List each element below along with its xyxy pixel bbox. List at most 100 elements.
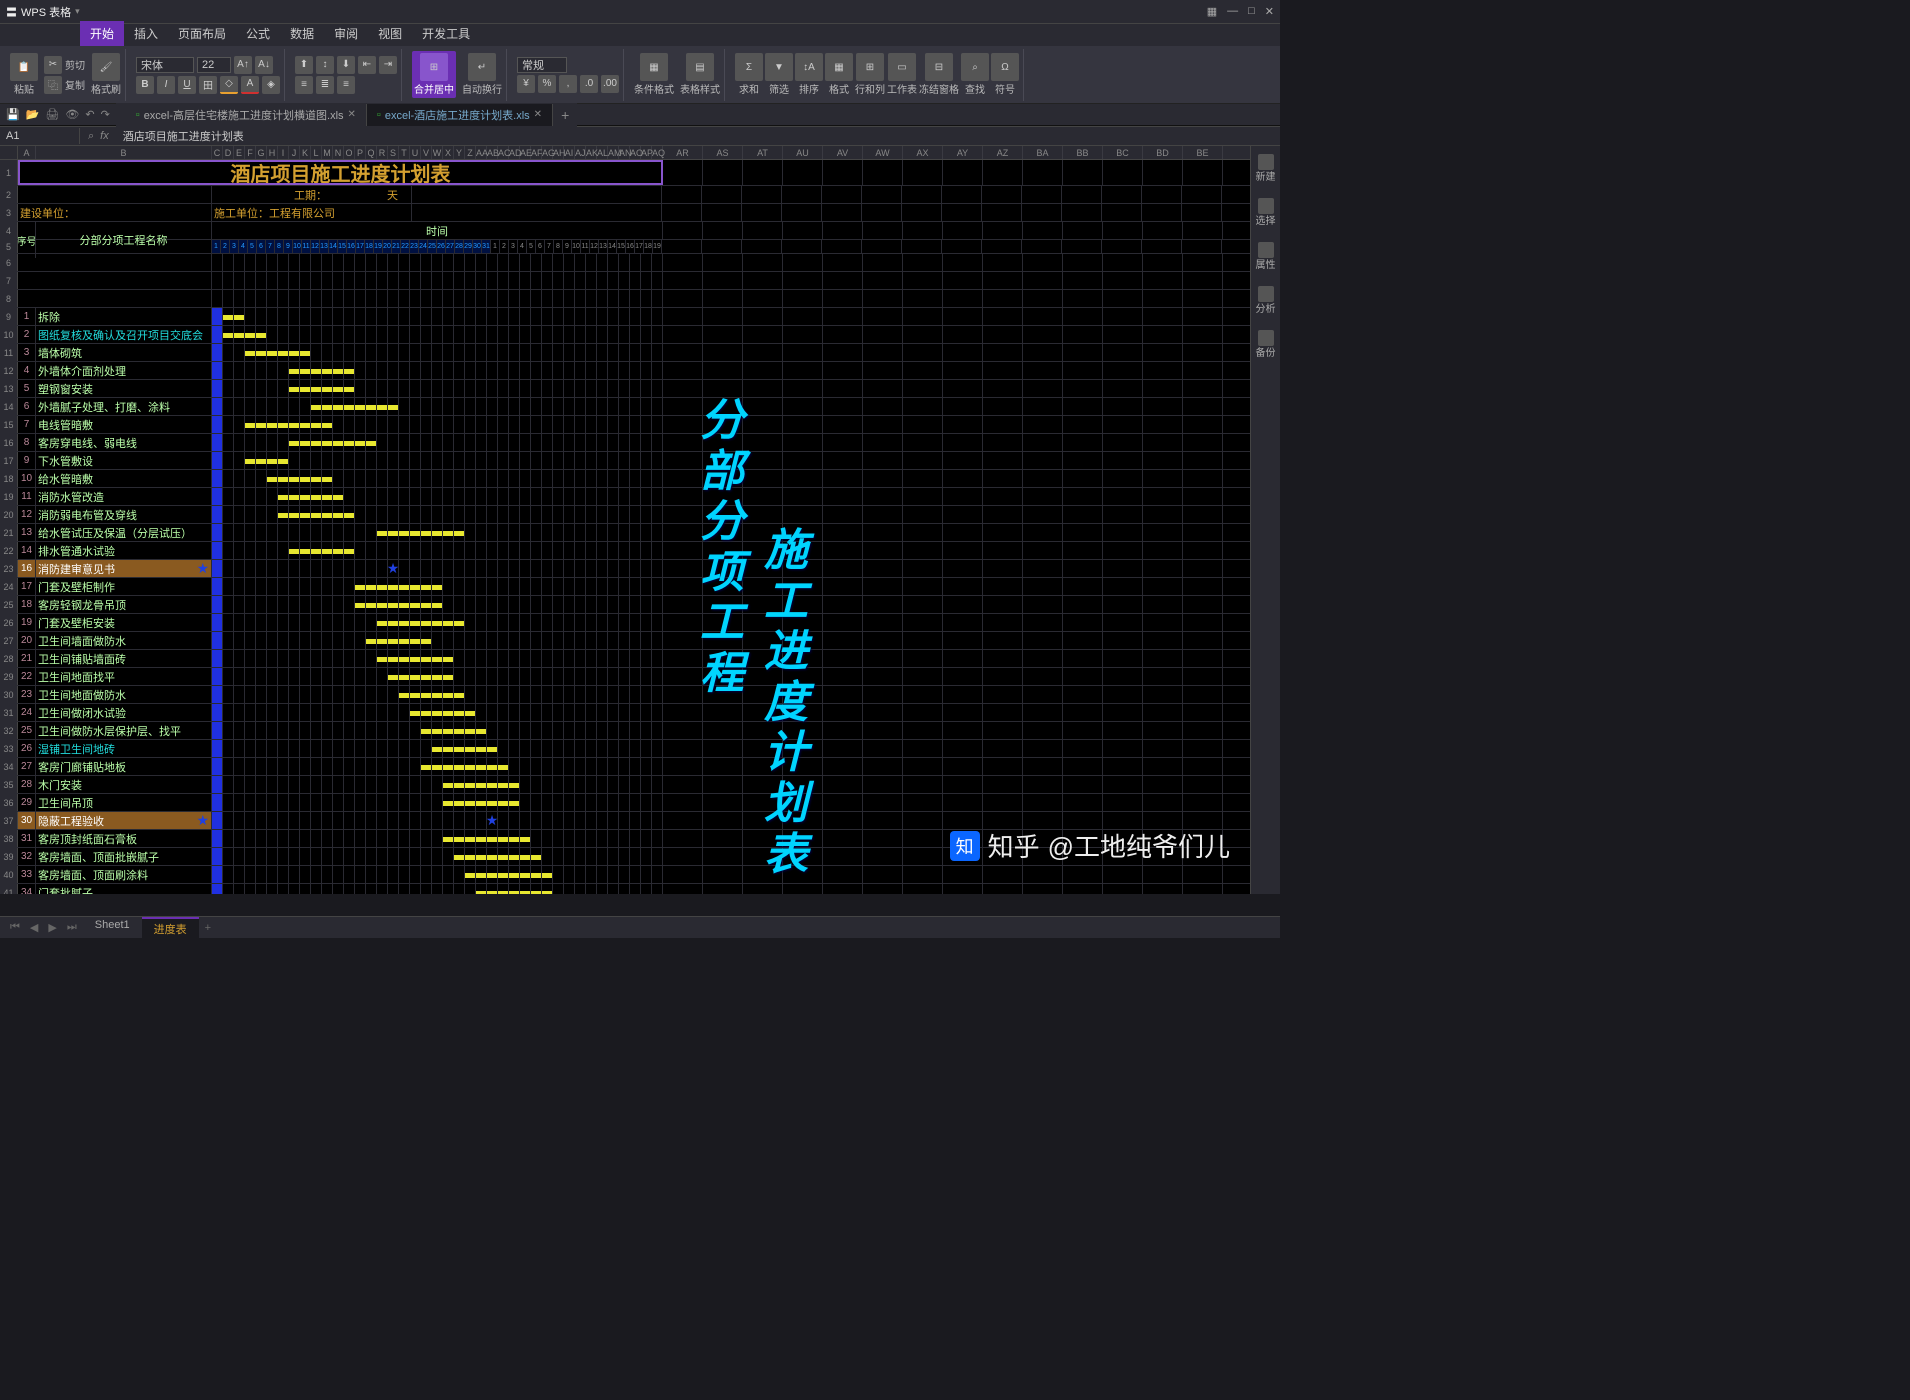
cell[interactable]: 给水管暗敷 xyxy=(36,470,212,487)
cell[interactable]: 24 xyxy=(18,704,36,721)
cell[interactable]: 湿铺卫生间地砖 xyxy=(36,740,212,757)
cell[interactable] xyxy=(487,866,498,883)
cell[interactable] xyxy=(487,272,498,289)
cell[interactable] xyxy=(289,776,300,793)
cell[interactable]: 20 xyxy=(18,632,36,649)
cell[interactable] xyxy=(476,776,487,793)
cell[interactable] xyxy=(575,542,586,559)
cell[interactable] xyxy=(608,650,619,667)
cell[interactable] xyxy=(18,290,212,307)
cell[interactable] xyxy=(344,416,355,433)
layout-icon[interactable]: ▦ xyxy=(1207,5,1217,18)
cell[interactable] xyxy=(223,434,234,451)
cell[interactable] xyxy=(652,416,663,433)
cell[interactable] xyxy=(267,668,278,685)
cell[interactable]: 消防弱电布管及穿线 xyxy=(36,506,212,523)
cell[interactable] xyxy=(509,272,520,289)
cell[interactable] xyxy=(311,398,322,415)
cell[interactable] xyxy=(366,704,377,721)
cell[interactable] xyxy=(652,272,663,289)
cell[interactable] xyxy=(432,686,443,703)
cell[interactable] xyxy=(575,650,586,667)
sheet-nav-first[interactable]: ⏮ xyxy=(6,921,24,934)
cell[interactable] xyxy=(476,848,487,865)
cell[interactable] xyxy=(377,632,388,649)
cell[interactable] xyxy=(454,578,465,595)
cell[interactable] xyxy=(586,596,597,613)
cell[interactable] xyxy=(454,812,465,829)
cell[interactable]: 10 xyxy=(18,470,36,487)
cell[interactable] xyxy=(487,488,498,505)
cell[interactable] xyxy=(267,776,278,793)
cell[interactable] xyxy=(245,740,256,757)
col-header[interactable]: AZ xyxy=(983,146,1023,159)
cell[interactable] xyxy=(267,488,278,505)
grid-body[interactable]: 1酒店项目施工进度计划表2工期：天3建设单位：施工单位：工程有限公司4序号分部分… xyxy=(0,160,1250,894)
align-right-icon[interactable]: ≡ xyxy=(337,76,355,94)
cell[interactable] xyxy=(278,380,289,397)
cell[interactable]: 22 xyxy=(18,668,36,685)
cell[interactable] xyxy=(355,650,366,667)
cell[interactable] xyxy=(377,308,388,325)
cell[interactable] xyxy=(487,632,498,649)
cell[interactable] xyxy=(344,578,355,595)
cell[interactable] xyxy=(333,290,344,307)
cell[interactable] xyxy=(553,632,564,649)
cell[interactable] xyxy=(564,668,575,685)
cell[interactable] xyxy=(344,830,355,847)
cell[interactable]: 隐蔽工程验收★ xyxy=(36,812,212,829)
row-header[interactable]: 21 xyxy=(0,524,18,541)
cell[interactable] xyxy=(443,398,454,415)
cell[interactable] xyxy=(245,506,256,523)
cell[interactable] xyxy=(586,884,597,894)
cell[interactable] xyxy=(311,830,322,847)
cell[interactable] xyxy=(476,416,487,433)
dec-decimal-icon[interactable]: .00 xyxy=(601,75,619,93)
cell[interactable]: 15 xyxy=(617,240,626,253)
cell[interactable] xyxy=(410,794,421,811)
cell[interactable] xyxy=(410,578,421,595)
cell[interactable] xyxy=(289,308,300,325)
cell[interactable] xyxy=(388,704,399,721)
cell[interactable] xyxy=(476,686,487,703)
cell[interactable] xyxy=(322,812,333,829)
cell[interactable] xyxy=(619,362,630,379)
cell[interactable] xyxy=(223,488,234,505)
cell[interactable] xyxy=(454,506,465,523)
cell[interactable] xyxy=(553,758,564,775)
cell[interactable] xyxy=(322,398,333,415)
cell[interactable] xyxy=(311,632,322,649)
cell[interactable] xyxy=(410,740,421,757)
cell[interactable] xyxy=(630,668,641,685)
cell[interactable] xyxy=(509,776,520,793)
cell[interactable] xyxy=(300,326,311,343)
cell[interactable] xyxy=(289,398,300,415)
cell[interactable] xyxy=(619,632,630,649)
cell[interactable] xyxy=(575,812,586,829)
cell[interactable] xyxy=(212,398,223,415)
col-header[interactable]: BA xyxy=(1023,146,1063,159)
cell[interactable] xyxy=(333,884,344,894)
cell[interactable] xyxy=(421,848,432,865)
cell[interactable] xyxy=(234,362,245,379)
cell[interactable] xyxy=(289,452,300,469)
cell[interactable] xyxy=(575,560,586,577)
cell[interactable] xyxy=(520,848,531,865)
cell[interactable] xyxy=(575,830,586,847)
cell[interactable] xyxy=(553,596,564,613)
cell[interactable] xyxy=(630,848,641,865)
cell[interactable] xyxy=(476,326,487,343)
cell[interactable] xyxy=(476,758,487,775)
cell[interactable] xyxy=(355,884,366,894)
cell[interactable] xyxy=(234,272,245,289)
cell[interactable] xyxy=(531,578,542,595)
col-header[interactable]: B xyxy=(36,146,212,159)
cell[interactable] xyxy=(553,884,564,894)
cell[interactable] xyxy=(465,506,476,523)
cell[interactable] xyxy=(443,668,454,685)
cell[interactable] xyxy=(256,506,267,523)
cell[interactable] xyxy=(333,506,344,523)
cell[interactable] xyxy=(223,290,234,307)
cell[interactable] xyxy=(355,848,366,865)
cell[interactable] xyxy=(641,254,652,271)
